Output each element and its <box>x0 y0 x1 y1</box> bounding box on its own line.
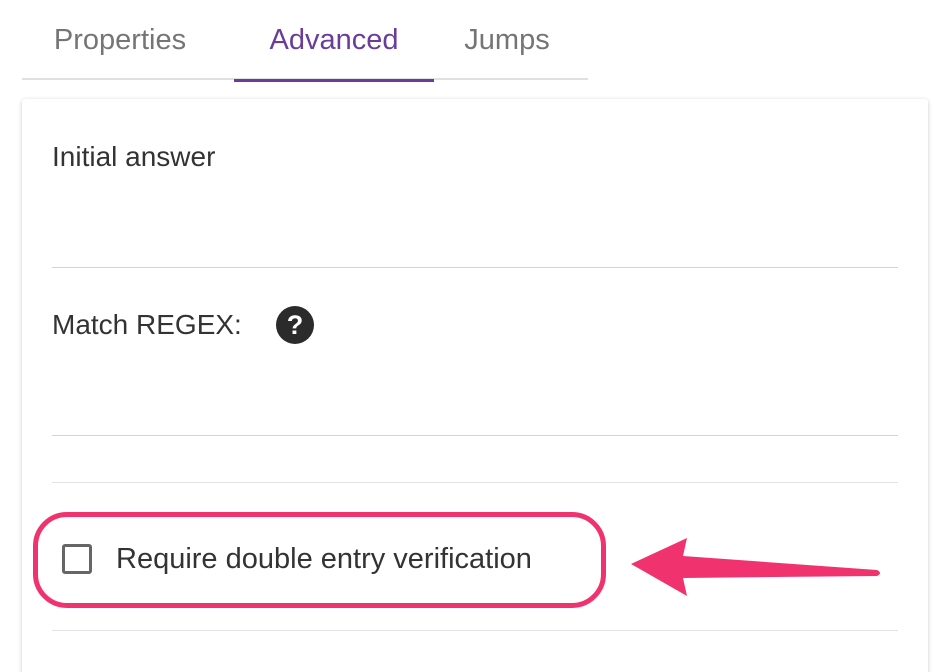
tab-jumps[interactable]: Jumps <box>452 0 562 80</box>
tab-bar: Properties Advanced Jumps <box>22 0 588 82</box>
advanced-panel: Initial answer Match REGEX: ? Require do… <box>22 99 928 672</box>
double-entry-option[interactable]: Require double entry verification <box>62 539 532 579</box>
tab-advanced[interactable]: Advanced <box>234 0 434 82</box>
double-entry-checkbox[interactable] <box>62 544 92 574</box>
double-entry-label: Require double entry verification <box>116 542 532 575</box>
tab-properties[interactable]: Properties <box>30 0 210 80</box>
initial-answer-label: Initial answer <box>52 141 216 172</box>
divider <box>52 630 898 631</box>
match-regex-input[interactable] <box>52 385 898 436</box>
match-regex-label: Match REGEX: <box>52 309 242 340</box>
divider <box>52 482 898 483</box>
initial-answer-input[interactable] <box>52 217 898 268</box>
question-circle-icon[interactable]: ? <box>276 306 314 344</box>
